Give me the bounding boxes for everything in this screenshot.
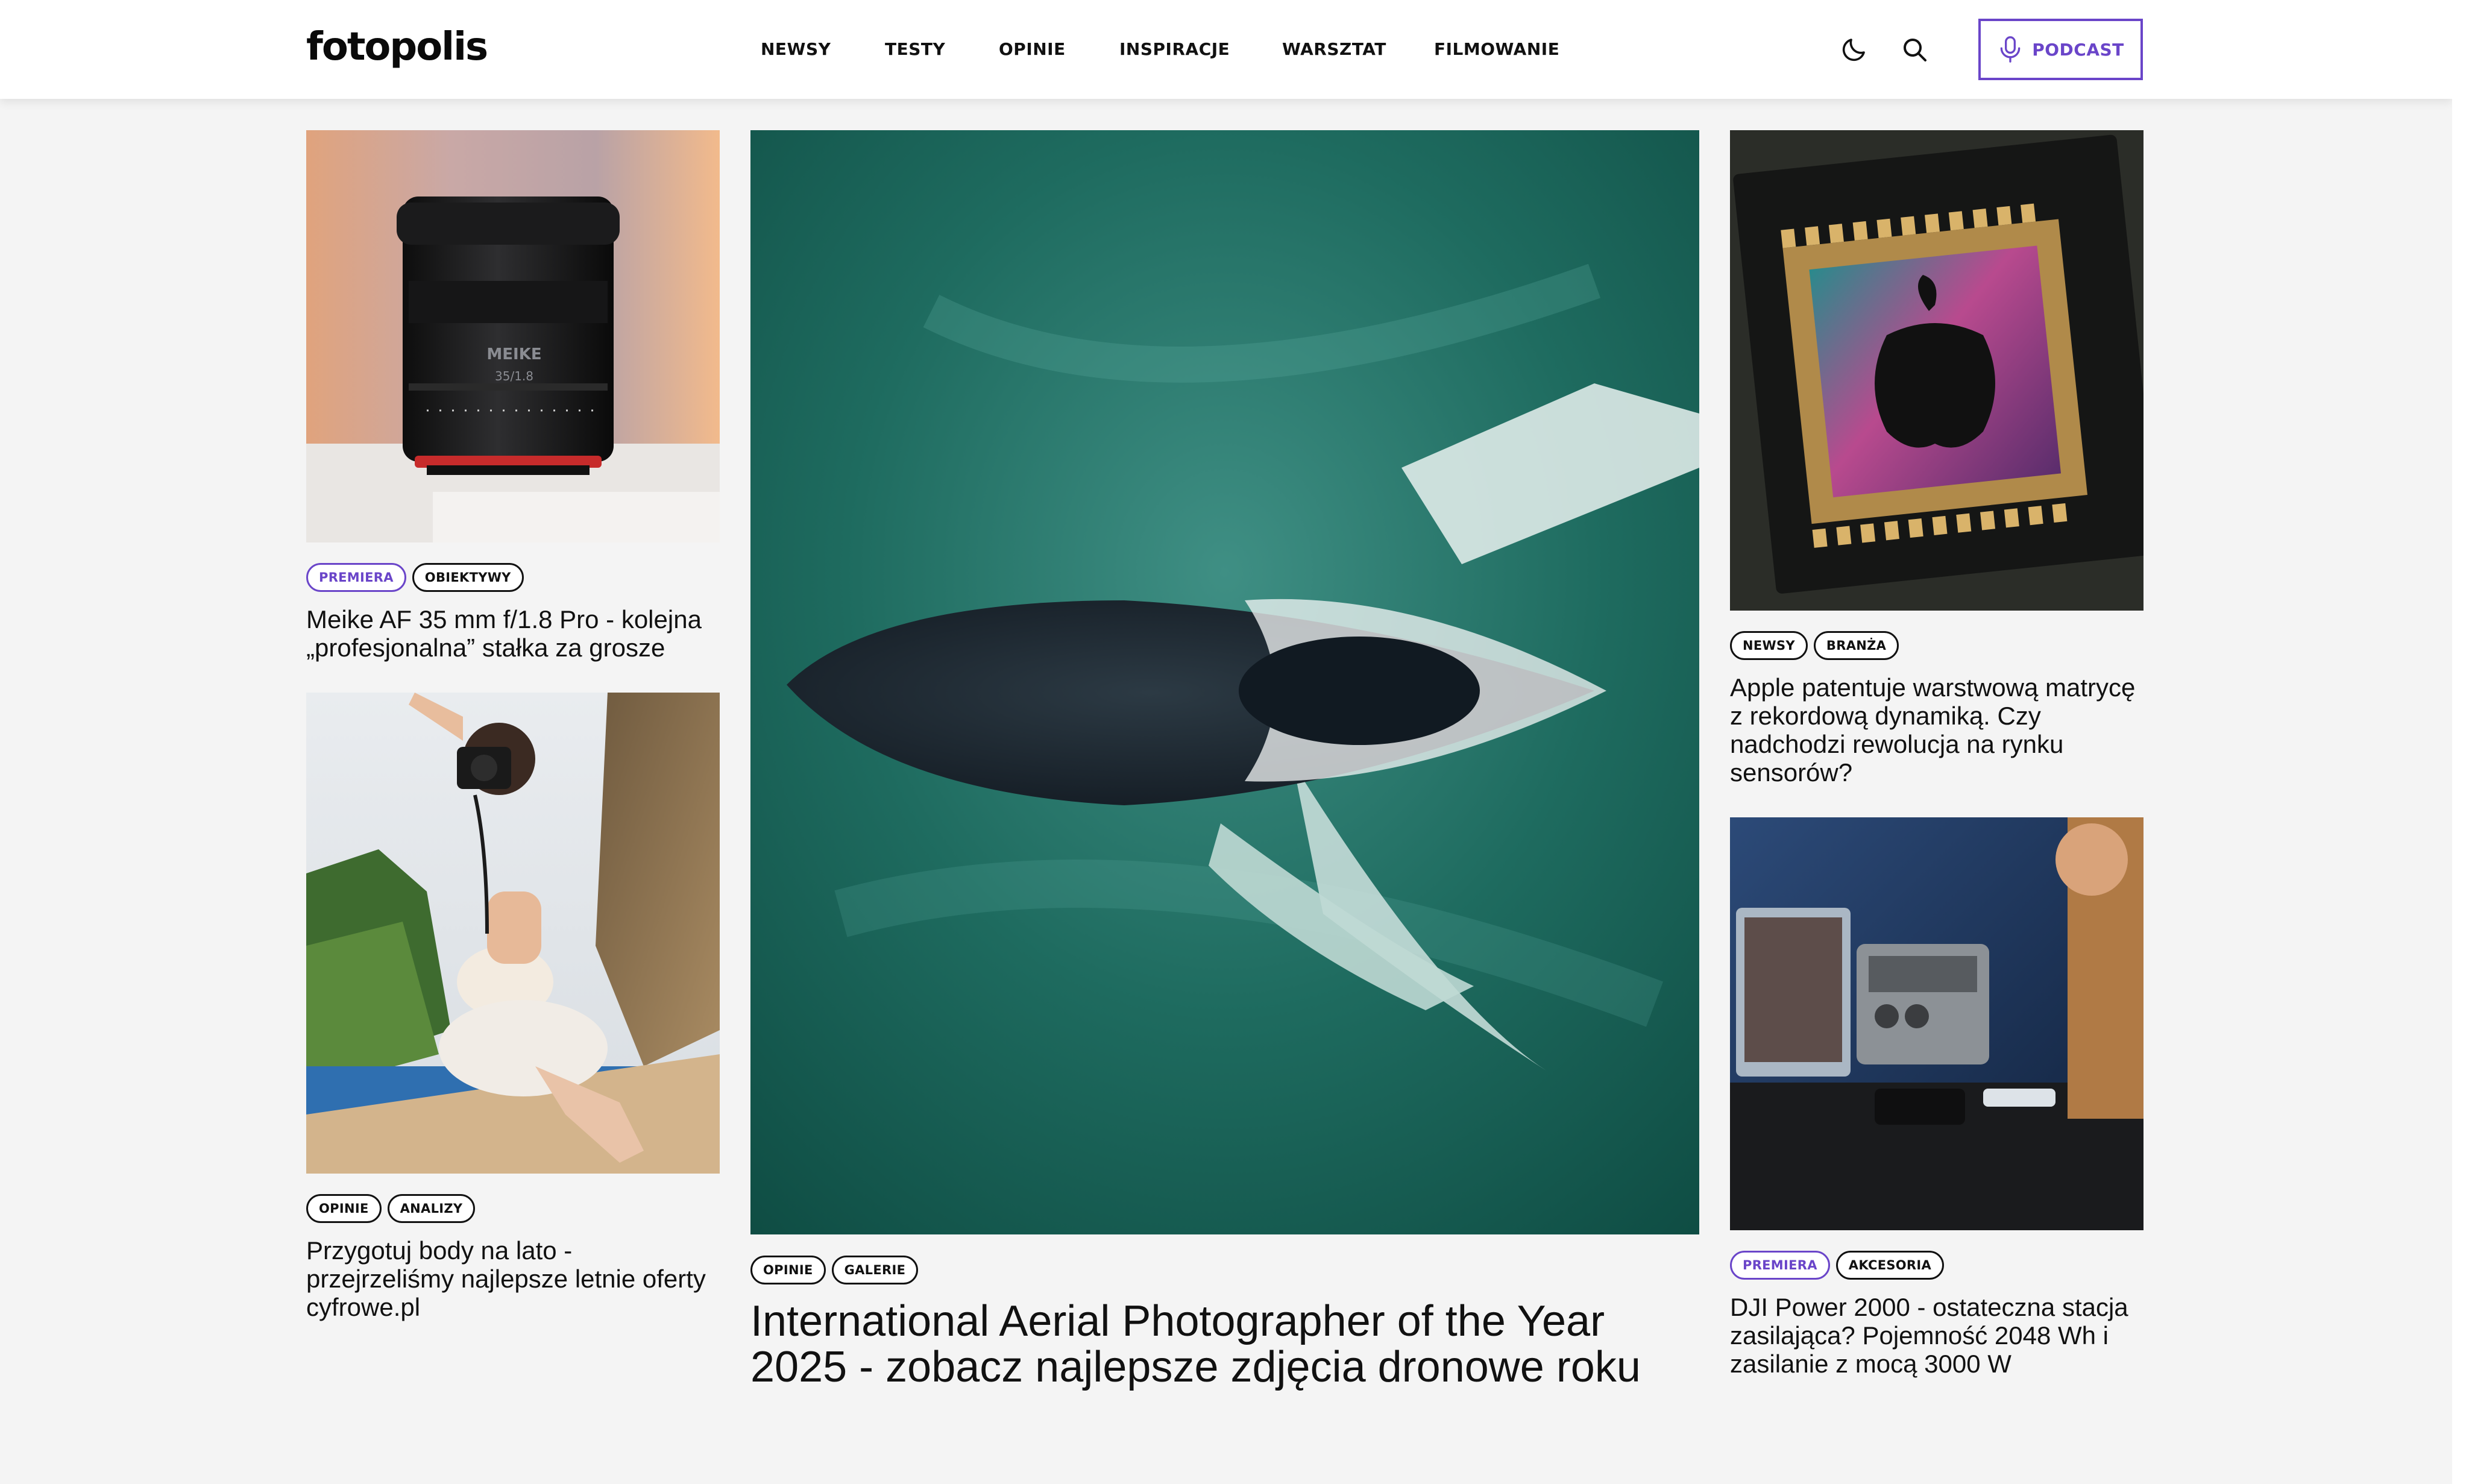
- search-icon: [1904, 39, 1926, 61]
- moon-icon: [1842, 39, 1865, 61]
- nav-item-newsy[interactable]: NEWSY: [761, 37, 831, 61]
- tag-premiera[interactable]: PREMIERA: [1730, 1251, 1830, 1280]
- aerial-whale-photo: [750, 130, 1699, 1234]
- article-image-summer-camera[interactable]: [306, 693, 720, 1174]
- lens-photo: MEIKE 35/1.8: [306, 130, 720, 542]
- article-title-apple-sensor[interactable]: Apple patentuje warstwową matrycę z reko…: [1730, 673, 2143, 787]
- article-title-meike[interactable]: Meike AF 35 mm f/1.8 Pro - kolejna „prof…: [306, 605, 720, 662]
- site-logo[interactable]: fotopolis: [306, 23, 488, 71]
- tag-analizy[interactable]: ANALIZY: [387, 1194, 476, 1223]
- lens-brand-marking: MEIKE: [486, 345, 541, 363]
- podcast-label: PODCAST: [2032, 39, 2124, 60]
- nav-item-testy[interactable]: TESTY: [885, 37, 945, 61]
- nav-item-inspiracje[interactable]: INSPIRACJE: [1119, 37, 1230, 61]
- search-button[interactable]: [1896, 31, 1933, 68]
- tag-opinie[interactable]: OPINIE: [750, 1256, 826, 1284]
- article-tags: PREMIERA OBIEKTYWY: [306, 563, 524, 592]
- article-image-apple-sensor[interactable]: [1730, 130, 2143, 611]
- article-tags: PREMIERA AKCESORIA: [1730, 1251, 1945, 1280]
- tag-akcesoria[interactable]: AKCESORIA: [1835, 1251, 1945, 1280]
- sensor-photo: [1730, 130, 2143, 611]
- article-title-summer-body[interactable]: Przygotuj body na lato - przejrzeliśmy n…: [306, 1236, 720, 1321]
- dark-mode-toggle[interactable]: [1836, 31, 1872, 68]
- article-tags: OPINIE ANALIZY: [306, 1194, 476, 1223]
- article-tags: OPINIE GALERIE: [750, 1256, 919, 1284]
- tag-newsy[interactable]: NEWSY: [1730, 631, 1808, 660]
- microphone-icon: [2000, 36, 2021, 63]
- lens-spec-marking: 35/1.8: [495, 369, 533, 383]
- site-header: fotopolis NEWSY TESTY OPINIE INSPIRACJE …: [0, 0, 2452, 99]
- tag-obiektywy[interactable]: OBIEKTYWY: [412, 563, 524, 592]
- article-image-meike-lens[interactable]: MEIKE 35/1.8: [306, 130, 720, 542]
- article-title-dji-power[interactable]: DJI Power 2000 - ostateczna stacja zasil…: [1730, 1293, 2143, 1378]
- podcast-button[interactable]: PODCAST: [1978, 19, 2143, 80]
- nav-item-opinie[interactable]: OPINIE: [999, 37, 1066, 61]
- nav-item-filmowanie[interactable]: FILMOWANIE: [1434, 37, 1559, 61]
- tag-galerie[interactable]: GALERIE: [831, 1256, 919, 1284]
- page-edge: [2452, 0, 2469, 1484]
- article-image-dji-power[interactable]: [1730, 817, 2143, 1230]
- tag-branza[interactable]: BRANŻA: [1813, 631, 1899, 660]
- tag-premiera[interactable]: PREMIERA: [306, 563, 406, 592]
- dji-power-photo: [1730, 817, 2143, 1230]
- article-tags: NEWSY BRANŻA: [1730, 631, 1899, 660]
- woman-camera-photo: [306, 693, 720, 1174]
- article-image-featured-whale[interactable]: [750, 130, 1699, 1234]
- article-title-featured[interactable]: International Aerial Photographer of the…: [750, 1298, 1699, 1390]
- nav-item-warsztat[interactable]: WARSZTAT: [1282, 37, 1386, 61]
- tag-opinie[interactable]: OPINIE: [306, 1194, 382, 1223]
